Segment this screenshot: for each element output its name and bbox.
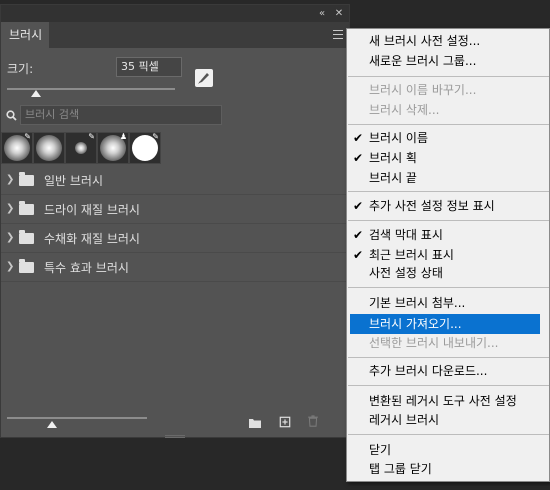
menu-item-label: 검색 막대 표시 — [369, 228, 443, 242]
soft-brush-tip-icon — [36, 135, 62, 161]
menu-item-label: 추가 사전 설정 정보 표시 — [369, 199, 495, 213]
brushes-panel-context-menu: 새 브러시 사전 설정... 새로운 브러시 그룹... 브러시 이름 바꾸기.… — [346, 28, 550, 482]
menu-separator — [348, 287, 549, 288]
menu-separator — [348, 434, 549, 435]
menu-item-legacy-brushes[interactable]: 레거시 브러시 — [348, 410, 542, 430]
brush-group-label: 수채화 재질 브러시 — [44, 232, 140, 246]
menu-item-new-brush-group[interactable]: 새로운 브러시 그룹... — [348, 51, 542, 71]
panel-bottom-bar — [1, 409, 349, 437]
chevron-right-icon[interactable]: ❯ — [6, 261, 14, 272]
preview-size-slider-thumb[interactable] — [46, 421, 57, 428]
menu-item-converted-legacy-tool-presets[interactable]: 변환된 레거시 도구 사전 설정 — [348, 391, 542, 411]
menu-item-export-selected-brushes: 선택한 브러시 내보내기... — [369, 336, 499, 350]
check-icon: ✔ — [353, 248, 364, 262]
brush-group-row[interactable]: ❯ 일반 브러시 — [1, 166, 349, 195]
brush-tool-icon: ✎ — [152, 132, 159, 141]
menu-separator — [348, 385, 549, 386]
panel-resize-grip[interactable] — [165, 435, 185, 438]
recent-brush-thumbnail[interactable] — [33, 132, 65, 164]
tab-brushes[interactable]: 브러시 — [1, 22, 49, 48]
chevron-right-icon[interactable]: ❯ — [6, 174, 14, 185]
menu-item-label: 브러시 이름 — [369, 131, 429, 145]
menu-separator — [348, 124, 549, 125]
menu-separator — [348, 357, 549, 358]
brush-tool-icon: ✎ — [24, 132, 31, 141]
menu-separator — [348, 191, 549, 192]
menu-item-close-tab-group[interactable]: 탭 그룹 닫기 — [348, 459, 542, 479]
brush-group-list: ❯ 일반 브러시 ❯ 드라이 재질 브러시 ❯ 수채화 재질 브러시 ❯ 특수 … — [1, 166, 349, 282]
chevron-right-icon[interactable]: ❯ — [6, 232, 14, 243]
brush-group-row[interactable]: ❯ 수채화 재질 브러시 — [1, 224, 349, 253]
brush-icon — [198, 73, 209, 84]
search-icon — [6, 110, 17, 121]
brush-tool-icon: ✎ — [88, 132, 95, 141]
brush-group-label: 드라이 재질 브러시 — [44, 203, 140, 217]
menu-item-brush-tip[interactable]: 브러시 끝 — [348, 168, 542, 188]
recent-brush-thumbnail[interactable]: ✎ — [129, 132, 161, 164]
recent-brush-thumbnail[interactable]: ♟ — [97, 132, 129, 164]
recent-brushes: ✎ ✎ ♟ ✎ — [1, 132, 161, 164]
menu-item-get-more-brushes[interactable]: 추가 브러시 다운로드... — [348, 361, 542, 381]
menu-separator — [348, 220, 549, 221]
brushes-panel: « ✕ 브러시 크기: 35 픽셀 브러시 검색 ✎ ✎ ♟ ✎ ❯ 일반 브러… — [0, 4, 350, 438]
close-panel-button[interactable]: ✕ — [332, 5, 346, 22]
menu-item-append-default-brushes[interactable]: 기본 브러시 첨부... — [348, 293, 542, 313]
trash-icon[interactable] — [306, 415, 320, 427]
size-label: 크기: — [7, 62, 34, 76]
panel-tab-bar: 브러시 — [1, 22, 349, 48]
menu-item-brush-stroke[interactable]: ✔ 브러시 획 — [348, 148, 542, 168]
menu-item-new-brush-preset[interactable]: 새 브러시 사전 설정... — [348, 31, 542, 51]
recent-brush-thumbnail[interactable]: ✎ — [1, 132, 33, 164]
collapse-panel-button[interactable]: « — [315, 5, 329, 22]
brush-settings-button[interactable] — [195, 69, 213, 87]
panel-menu-icon[interactable] — [333, 30, 343, 39]
menu-item-delete-brush: 브러시 삭제... — [369, 103, 440, 117]
menu-item-preset-status[interactable]: 사전 설정 상태 — [348, 263, 542, 283]
new-group-folder-icon[interactable] — [248, 417, 262, 429]
menu-item-close[interactable]: 닫기 — [348, 440, 542, 460]
menu-item-show-extra-preset-info[interactable]: ✔ 추가 사전 설정 정보 표시 — [348, 196, 542, 216]
brush-search-input[interactable]: 브러시 검색 — [20, 105, 222, 125]
folder-icon — [19, 201, 34, 215]
size-slider-thumb[interactable] — [30, 90, 41, 97]
menu-separator — [348, 76, 549, 77]
check-icon: ✔ — [353, 131, 364, 145]
panel-title-bar: « ✕ — [1, 5, 349, 22]
recent-brush-thumbnail[interactable]: ✎ — [65, 132, 97, 164]
menu-item-brush-name[interactable]: ✔ 브러시 이름 — [348, 128, 542, 148]
menu-item-show-recent-brushes[interactable]: ✔ 최근 브러시 표시 — [348, 245, 542, 265]
stamp-tool-icon: ♟ — [119, 132, 127, 141]
small-brush-tip-icon — [75, 142, 87, 154]
new-brush-icon[interactable] — [278, 416, 292, 428]
brush-group-label: 특수 효과 브러시 — [44, 261, 129, 275]
menu-item-label: 최근 브러시 표시 — [369, 248, 454, 262]
chevron-right-icon[interactable]: ❯ — [6, 203, 14, 214]
folder-icon — [19, 172, 34, 186]
menu-item-import-brushes[interactable]: 브러시 가져오기... — [350, 314, 540, 334]
check-icon: ✔ — [353, 199, 364, 213]
check-icon: ✔ — [353, 151, 364, 165]
size-field[interactable]: 35 픽셀 — [116, 57, 182, 77]
brush-group-label: 일반 브러시 — [44, 174, 104, 188]
menu-item-show-search-bar[interactable]: ✔ 검색 막대 표시 — [348, 225, 542, 245]
menu-item-label: 브러시 획 — [369, 151, 417, 165]
brush-group-row[interactable]: ❯ 드라이 재질 브러시 — [1, 195, 349, 224]
folder-icon — [19, 259, 34, 273]
check-icon: ✔ — [353, 228, 364, 242]
brush-group-row[interactable]: ❯ 특수 효과 브러시 — [1, 253, 349, 282]
menu-item-rename-brush: 브러시 이름 바꾸기... — [369, 83, 477, 97]
preview-size-slider-track[interactable] — [7, 417, 147, 419]
folder-icon — [19, 230, 34, 244]
